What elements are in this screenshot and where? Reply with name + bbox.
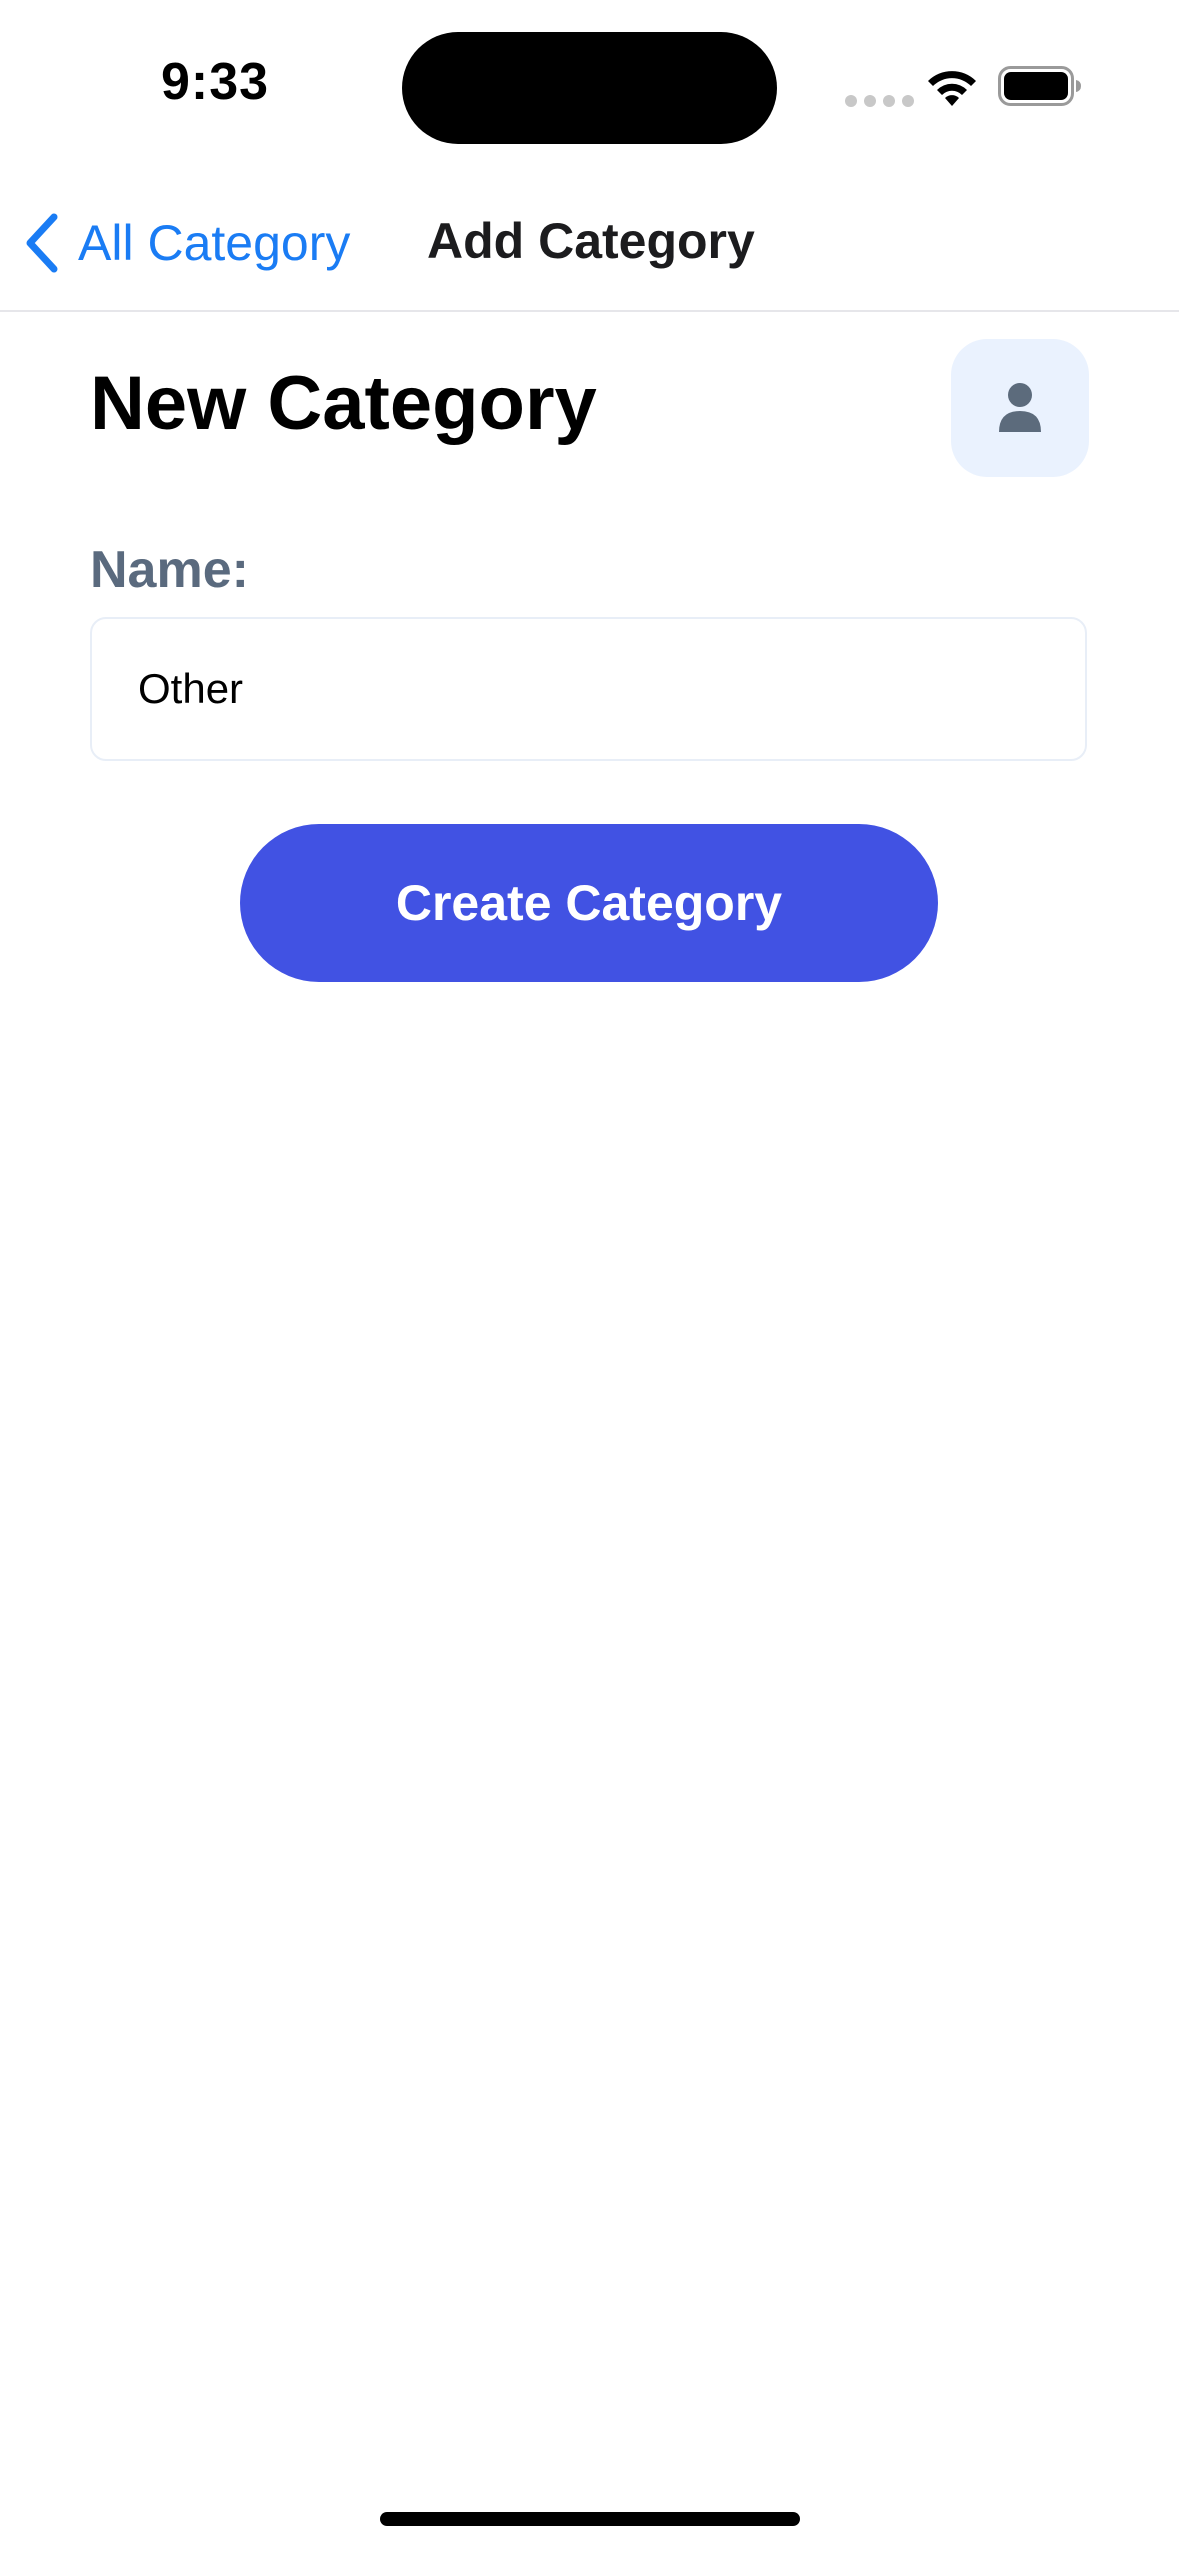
chevron-left-icon [26, 213, 58, 273]
profile-button[interactable] [951, 339, 1089, 477]
status-bar: 9:33 [0, 0, 1179, 170]
name-label: Name: [90, 541, 249, 599]
create-category-button[interactable]: Create Category [240, 824, 938, 982]
dynamic-island [402, 32, 777, 144]
status-time: 9:33 [160, 53, 270, 111]
signal-icon [845, 95, 914, 107]
name-input[interactable] [90, 617, 1087, 761]
navigation-bar: All Category Add Category [0, 170, 1179, 312]
person-icon [999, 383, 1041, 432]
home-indicator[interactable] [380, 2512, 800, 2526]
wifi-icon [928, 71, 976, 106]
nav-title: Add Category [427, 213, 755, 269]
battery-icon [998, 66, 1081, 106]
back-button-label: All Category [78, 215, 351, 271]
page-title: New Category [90, 361, 597, 446]
back-button[interactable]: All Category [22, 210, 350, 276]
